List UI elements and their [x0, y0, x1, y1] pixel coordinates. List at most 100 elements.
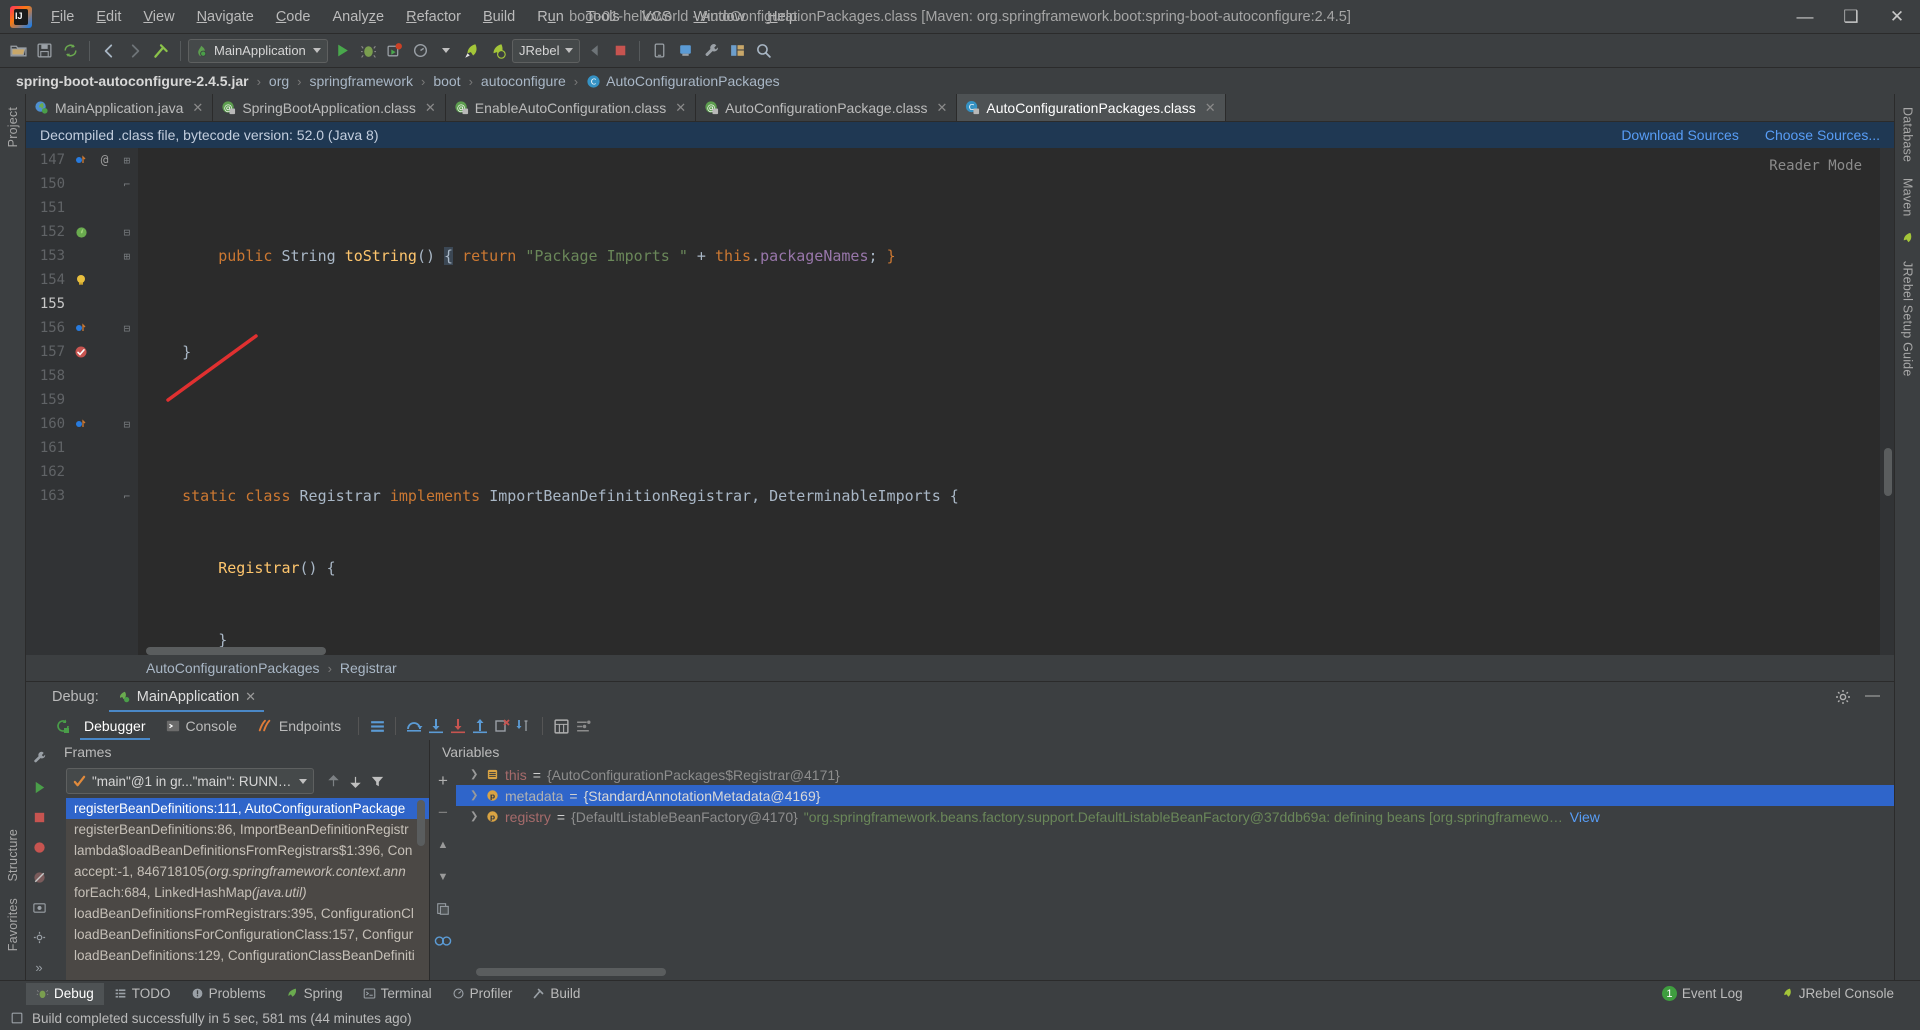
frames-scrollbar-thumb[interactable]: [417, 800, 425, 846]
editor-tab-mainapplication[interactable]: MainApplication.java ✕: [26, 94, 214, 121]
breadcrumb-item-1[interactable]: org: [269, 73, 289, 89]
minimize-button[interactable]: —: [1782, 0, 1828, 34]
variables-tree[interactable]: ❯ this = {AutoConfigurationPackages$Regi…: [456, 764, 1894, 980]
inspect-icon[interactable]: [433, 931, 453, 951]
reader-mode-label[interactable]: Reader Mode: [1769, 154, 1862, 178]
variables-horizontal-scrollbar[interactable]: [476, 968, 666, 976]
wrench-icon[interactable]: [29, 747, 49, 767]
jrebel-selector[interactable]: JRebel: [512, 38, 581, 63]
forward-arrow-icon[interactable]: [123, 39, 147, 63]
tab-debugger[interactable]: Debugger: [74, 712, 156, 740]
tool-window-button-spring[interactable]: Spring: [276, 983, 353, 1005]
download-sources-link[interactable]: Download Sources: [1621, 127, 1739, 143]
menu-item-code[interactable]: Code: [265, 0, 322, 34]
rerun-debug-icon[interactable]: [52, 715, 74, 737]
settings-icon[interactable]: [29, 927, 49, 947]
tool-button-jrebel-setup-guide[interactable]: JRebel Setup Guide: [1898, 254, 1918, 383]
maximize-button[interactable]: ❑: [1828, 0, 1874, 34]
add-watch-icon[interactable]: +: [433, 771, 453, 791]
stop-program-icon[interactable]: [29, 807, 49, 827]
editor-tab-enableautoconfiguration[interactable]: @ EnableAutoConfiguration.class ✕: [446, 94, 697, 121]
profile-icon[interactable]: [408, 39, 432, 63]
tab-endpoints[interactable]: Endpoints: [247, 712, 351, 740]
menu-item-build[interactable]: Build: [472, 0, 526, 34]
breadcrumb-item-4[interactable]: autoconfigure: [481, 73, 566, 89]
fold-collapse-icon[interactable]: ⊟: [116, 322, 138, 335]
fold-expand-icon[interactable]: ⊞: [116, 154, 138, 167]
breadcrumb-item-5[interactable]: AutoConfigurationPackages: [606, 73, 780, 89]
menu-item-analyze[interactable]: Analyze: [322, 0, 396, 34]
settings-wrench-icon[interactable]: [699, 39, 723, 63]
tool-button-favorites[interactable]: Favorites: [3, 891, 23, 958]
menu-item-view[interactable]: View: [132, 0, 185, 34]
breadcrumb-item-3[interactable]: boot: [433, 73, 460, 89]
spring-bean-icon[interactable]: [69, 226, 93, 239]
menu-item-refactor[interactable]: Refactor: [395, 0, 472, 34]
menu-item-run[interactable]: Run: [526, 0, 575, 34]
view-breakpoints-icon[interactable]: [29, 837, 49, 857]
frame-row[interactable]: registerBeanDefinitions:111, AutoConfigu…: [66, 798, 429, 819]
close-icon[interactable]: ✕: [675, 100, 686, 116]
close-icon[interactable]: ✕: [425, 100, 436, 116]
debug-session-tab[interactable]: MainApplication ✕: [108, 682, 265, 712]
run-button[interactable]: [330, 39, 354, 63]
editor-scrollbar[interactable]: [1880, 148, 1894, 655]
intention-bulb-icon[interactable]: [69, 273, 93, 287]
watch-up-icon[interactable]: ▲: [433, 835, 453, 855]
menu-item-edit[interactable]: Edit: [85, 0, 132, 34]
run-to-cursor-icon[interactable]: [513, 715, 535, 737]
close-button[interactable]: ✕: [1874, 0, 1920, 34]
editor-tab-autoconfigurationpackages[interactable]: C AutoConfigurationPackages.class ✕: [957, 94, 1226, 121]
menu-item-vcs[interactable]: VCS: [631, 0, 683, 34]
tool-button-structure[interactable]: Structure: [3, 822, 23, 889]
jrebel-icon[interactable]: [1898, 229, 1918, 249]
sync-icon[interactable]: [58, 39, 82, 63]
project-structure-icon[interactable]: [725, 39, 749, 63]
step-into-icon[interactable]: [425, 715, 447, 737]
chevron-right-icon[interactable]: ❯: [470, 790, 480, 801]
variable-row-registry[interactable]: ❯ p registry = {DefaultListableBeanFacto…: [456, 806, 1894, 827]
menu-item-navigate[interactable]: Navigate: [186, 0, 265, 34]
more-options-icon[interactable]: »: [29, 957, 49, 977]
run-configuration-selector[interactable]: MainApplication: [188, 38, 328, 63]
event-log-button[interactable]: 1 Event Log: [1652, 983, 1753, 1005]
fold-end-icon[interactable]: ⌐: [116, 490, 138, 503]
tab-console[interactable]: Console: [156, 712, 247, 740]
choose-sources-link[interactable]: Choose Sources...: [1765, 127, 1880, 143]
tool-window-button-terminal[interactable]: Terminal: [353, 983, 442, 1005]
force-step-into-icon[interactable]: [447, 715, 469, 737]
watch-down-icon[interactable]: ▼: [433, 867, 453, 887]
frame-row[interactable]: loadBeanDefinitions:129, ConfigurationCl…: [66, 945, 429, 966]
tool-window-button-todo[interactable]: TODO: [104, 983, 181, 1005]
close-icon[interactable]: ✕: [1205, 100, 1216, 116]
override-marker-icon[interactable]: [69, 418, 93, 430]
debug-button[interactable]: [356, 39, 380, 63]
copy-value-icon[interactable]: [433, 899, 453, 919]
settings-gear-icon[interactable]: [1835, 689, 1851, 705]
tool-window-button-problems[interactable]: Problems: [181, 983, 276, 1005]
frames-list[interactable]: registerBeanDefinitions:111, AutoConfigu…: [66, 798, 429, 980]
remove-watch-icon[interactable]: −: [433, 803, 453, 823]
back-arrow-icon[interactable]: [97, 39, 121, 63]
build-hammer-icon[interactable]: [149, 39, 173, 63]
breakpoint-verified-icon[interactable]: [69, 345, 93, 360]
jrebel-console-button[interactable]: JRebel Console: [1771, 983, 1904, 1005]
editor-tab-autoconfigurationpackage[interactable]: @ AutoConfigurationPackage.class ✕: [696, 94, 958, 121]
evaluate-expression-icon[interactable]: [550, 715, 572, 737]
variable-row-this[interactable]: ❯ this = {AutoConfigurationPackages$Regi…: [456, 764, 1894, 785]
horizontal-scrollbar[interactable]: [146, 647, 326, 655]
device-manager-icon[interactable]: [647, 39, 671, 63]
menu-item-file[interactable]: File: [40, 0, 85, 34]
minimize-panel-icon[interactable]: —: [1865, 688, 1880, 705]
run-with-coverage-icon[interactable]: [382, 39, 406, 63]
menu-item-help[interactable]: Help: [756, 0, 808, 34]
jrebel-debug-icon[interactable]: [486, 39, 510, 63]
open-folder-icon[interactable]: [6, 39, 30, 63]
tool-window-button-build[interactable]: Build: [522, 983, 590, 1005]
override-marker-icon[interactable]: [69, 322, 93, 334]
save-all-icon[interactable]: [32, 39, 56, 63]
frames-down-icon[interactable]: [344, 770, 366, 792]
close-icon[interactable]: ✕: [936, 100, 947, 116]
profile-dropdown-icon[interactable]: [434, 39, 458, 63]
chevron-right-icon[interactable]: ❯: [470, 769, 480, 780]
